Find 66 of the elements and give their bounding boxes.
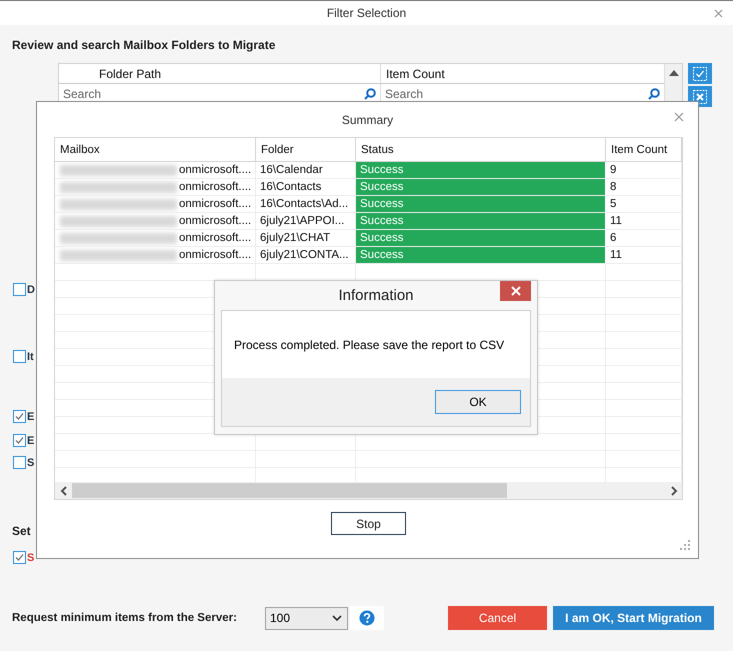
close-icon[interactable] <box>714 9 723 18</box>
section-label: Set <box>12 524 31 538</box>
search-icon[interactable] <box>648 88 660 100</box>
horizontal-scrollbar[interactable] <box>55 482 682 499</box>
table-cell: onmicrosoft.... <box>179 164 252 176</box>
dialog-title: Information <box>338 287 414 304</box>
table-cell: onmicrosoft.... <box>179 232 252 244</box>
status-cell: Success <box>356 213 606 229</box>
checkbox[interactable] <box>13 551 26 564</box>
close-button[interactable] <box>500 281 531 301</box>
field-label: Request minimum items from the Server: <box>12 612 238 624</box>
table-cell: 11 <box>606 213 682 229</box>
table-cell: 5 <box>606 196 682 212</box>
vertical-scrollbar[interactable] <box>665 64 682 103</box>
scroll-up-icon[interactable] <box>668 69 678 76</box>
option-label: E <box>27 434 34 446</box>
ok-button[interactable]: OK <box>435 390 521 414</box>
option-label: D <box>27 284 35 296</box>
table-cell: 8 <box>606 179 682 195</box>
checkbox[interactable] <box>13 434 26 447</box>
status-cell: Success <box>356 247 606 263</box>
table-cell: onmicrosoft.... <box>179 198 252 210</box>
section-heading: Review and search Mailbox Folders to Migrate <box>12 38 276 52</box>
table-cell: onmicrosoft.... <box>179 249 252 261</box>
option-label: S <box>27 552 34 564</box>
close-icon[interactable] <box>674 112 684 122</box>
message-text: Process completed. Please save the report to CSV <box>222 311 530 378</box>
dialog-title: Summary <box>342 112 394 126</box>
option-label: It <box>27 350 34 362</box>
search-icon[interactable] <box>364 88 376 100</box>
search-field[interactable]: Search <box>385 86 445 100</box>
help-icon[interactable] <box>359 610 375 626</box>
column-header[interactable]: Item Count <box>606 138 682 161</box>
status-cell: Success <box>356 196 606 212</box>
table-cell: 9 <box>606 162 682 178</box>
start-migration-button[interactable]: I am OK, Start Migration <box>553 606 714 630</box>
status-cell: Success <box>356 179 606 195</box>
window-title: Filter Selection <box>326 6 406 20</box>
check-icon <box>693 66 707 80</box>
column-header[interactable]: Mailbox <box>55 138 256 161</box>
checkbox[interactable] <box>13 410 26 423</box>
items-dropdown[interactable]: 100 <box>265 606 348 630</box>
chevron-right-icon[interactable] <box>670 486 678 496</box>
search-field[interactable]: Search <box>63 86 123 100</box>
checkbox[interactable] <box>13 456 26 469</box>
table-cell: onmicrosoft.... <box>179 215 252 227</box>
status-cell: Success <box>356 162 606 178</box>
table-cell: 6 <box>606 230 682 246</box>
table-cell: 11 <box>606 247 682 263</box>
column-header[interactable]: Folder <box>256 138 356 161</box>
chevron-left-icon[interactable] <box>60 486 68 496</box>
close-icon <box>510 286 520 296</box>
select-all-button[interactable] <box>688 63 712 84</box>
column-header[interactable]: Status <box>356 138 606 161</box>
option-label: E <box>27 410 34 422</box>
table-cell: onmicrosoft.... <box>179 181 252 193</box>
cancel-button[interactable]: Cancel <box>448 606 547 630</box>
column-header[interactable]: Folder Path <box>59 64 381 84</box>
resize-grip-icon[interactable] <box>680 540 690 550</box>
status-cell: Success <box>356 230 606 246</box>
checkbox[interactable] <box>13 283 26 296</box>
caret-icon <box>332 615 342 621</box>
checkbox[interactable] <box>13 350 26 363</box>
option-label: S <box>27 456 34 468</box>
stop-button[interactable]: Stop <box>331 512 406 535</box>
column-header[interactable]: Item Count <box>381 64 665 84</box>
